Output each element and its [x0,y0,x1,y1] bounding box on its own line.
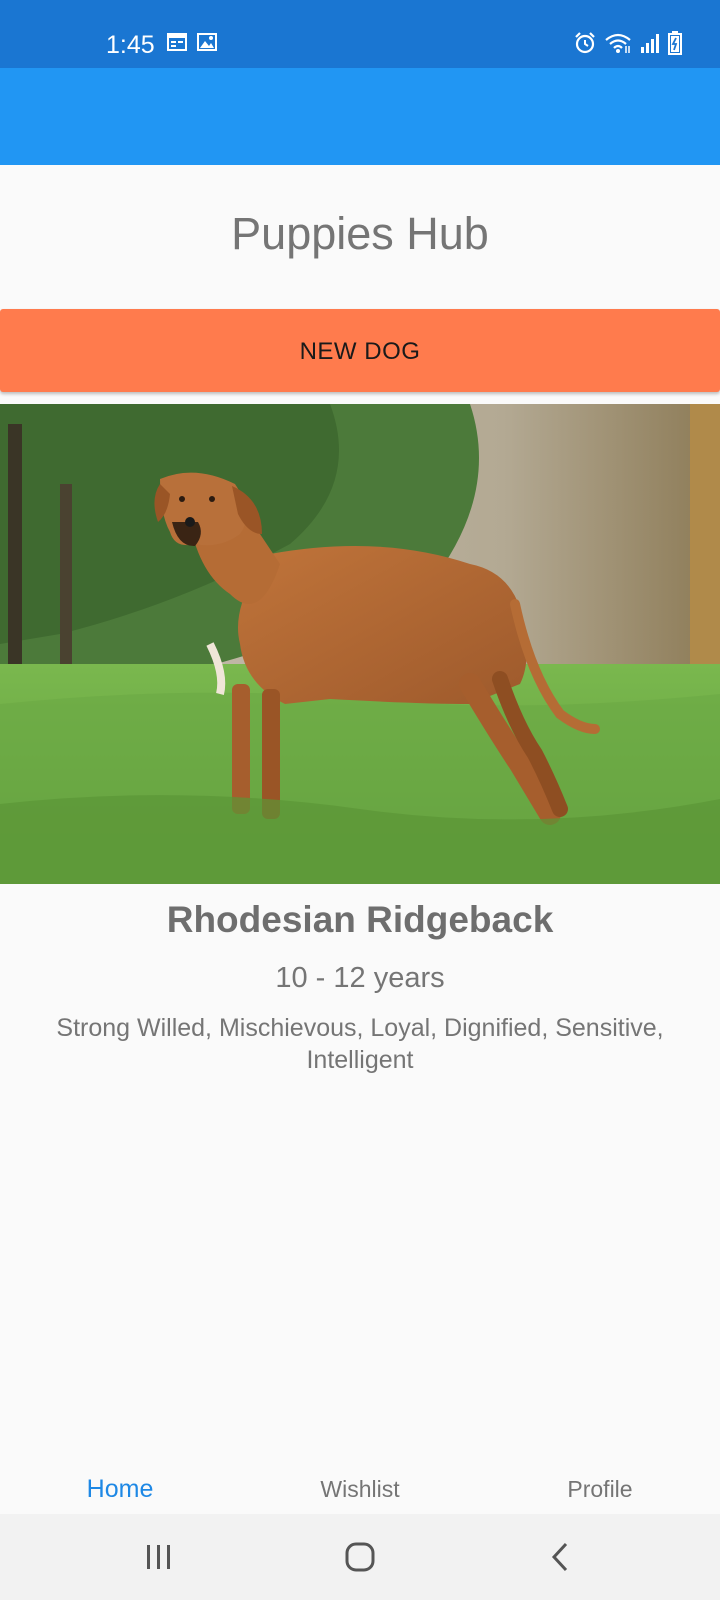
breed-name: Rhodesian Ridgeback [166,899,554,940]
bottom-nav: Home Wishlist Profile [0,1464,720,1514]
page-title: Puppies Hub [231,208,489,259]
calendar-icon [167,33,187,56]
app-bar [0,68,720,165]
signal-icon [640,33,660,58]
image-icon [197,33,217,56]
nav-wishlist[interactable]: Wishlist [240,1464,480,1514]
lifespan: 10 - 12 years [275,962,445,994]
status-bar: 1:45 [0,0,720,68]
system-nav-bar [0,1514,720,1600]
back-icon[interactable] [548,1542,572,1577]
recent-apps-icon[interactable] [144,1542,174,1577]
status-time: 1:45 [106,31,155,59]
dog-photo [0,404,720,884]
home-button-icon[interactable] [344,1542,376,1577]
temperament: Strong Willed, Mischievous, Loyal, Digni… [56,1014,664,1074]
wifi-icon [604,32,632,59]
nav-home[interactable]: Home [0,1464,240,1514]
alarm-icon [574,32,596,59]
nav-profile[interactable]: Profile [480,1464,720,1514]
battery-icon [668,31,682,60]
new-dog-button[interactable]: NEW DOG [0,309,720,392]
